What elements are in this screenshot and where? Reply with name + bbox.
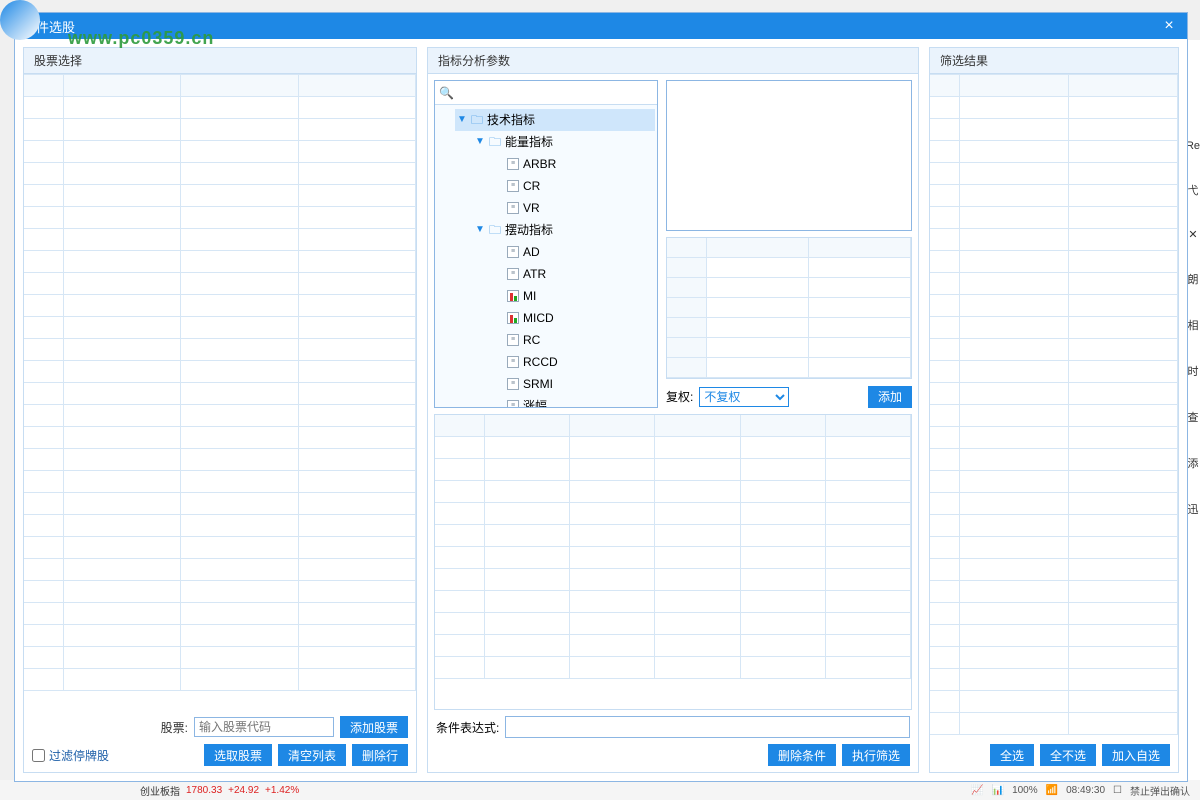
results-grid[interactable] (930, 74, 1178, 738)
tree-search[interactable]: 🔍 (435, 81, 657, 105)
filter-suspended-checkbox[interactable]: 过滤停牌股 (32, 747, 109, 764)
conditions-grid[interactable] (434, 414, 912, 710)
search-icon: 🔍 (439, 86, 454, 100)
expression-input[interactable] (505, 716, 910, 738)
background-status-right: 📈📊 100% 📶 08:49:30 ☐ 禁止弹出确认 (971, 783, 1190, 798)
tree-search-input[interactable] (458, 84, 653, 102)
doc-icon: ≡ (507, 356, 519, 368)
stock-select-panel: 股票选择 (23, 47, 417, 773)
stock-code-input[interactable] (194, 717, 334, 737)
tree-item[interactable]: ≡RC (491, 329, 655, 351)
tree-item[interactable]: ≡AD (491, 241, 655, 263)
indicator-preview (666, 80, 912, 231)
clear-list-button[interactable]: 清空列表 (278, 744, 346, 766)
panel-title: 股票选择 (24, 48, 416, 74)
tree-item[interactable]: ≡RCCD (491, 351, 655, 373)
chevron-down-icon: ▼ (475, 132, 485, 152)
doc-icon: ≡ (507, 246, 519, 258)
tree-item[interactable]: ≡ATR (491, 263, 655, 285)
fuquan-select[interactable]: 不复权 (699, 387, 789, 407)
folder-icon: 🗀 (471, 110, 483, 130)
tree-item[interactable]: ≡涨幅 (491, 395, 655, 407)
tree-item[interactable]: ≡ARBR (491, 153, 655, 175)
panel-title: 筛选结果 (930, 48, 1178, 74)
bar-icon (507, 290, 519, 302)
panel-title: 指标分析参数 (428, 48, 918, 74)
execute-filter-button[interactable]: 执行筛选 (842, 744, 910, 766)
pick-stock-button[interactable]: 选取股票 (204, 744, 272, 766)
indicator-tree[interactable]: ▼ 🗀 技术指标 ▼ 🗀 (435, 105, 657, 407)
tree-group[interactable]: ▼ 🗀 能量指标 (473, 131, 655, 153)
doc-icon: ≡ (507, 268, 519, 280)
add-indicator-button[interactable]: 添加 (868, 386, 912, 408)
watermark-text: www.pc0359.cn (68, 28, 214, 49)
stock-label: 股票: (161, 719, 188, 736)
background-right-strip: Re 弋 ✕ 朗 相 时 查 添 迅 (1186, 40, 1200, 780)
doc-icon: ≡ (507, 378, 519, 390)
select-all-button[interactable]: 全选 (990, 744, 1034, 766)
tree-item[interactable]: MICD (491, 307, 655, 329)
delete-row-button[interactable]: 删除行 (352, 744, 408, 766)
expression-label: 条件表达式: (436, 719, 499, 736)
chevron-down-icon: ▼ (457, 110, 467, 130)
parameter-grid[interactable] (666, 237, 912, 379)
folder-icon: 🗀 (489, 220, 501, 240)
add-stock-button[interactable]: 添加股票 (340, 716, 408, 738)
tree-item[interactable]: MI (491, 285, 655, 307)
select-none-button[interactable]: 全不选 (1040, 744, 1096, 766)
doc-icon: ≡ (507, 400, 519, 407)
indicator-params-panel: 指标分析参数 🔍 ▼ 🗀 (427, 47, 919, 773)
logo-icon (0, 0, 40, 40)
doc-icon: ≡ (507, 180, 519, 192)
doc-icon: ≡ (507, 334, 519, 346)
add-favorite-button[interactable]: 加入自选 (1102, 744, 1170, 766)
tree-root[interactable]: ▼ 🗀 技术指标 (455, 109, 655, 131)
stock-grid[interactable] (24, 74, 416, 710)
tree-item[interactable]: ≡VR (491, 197, 655, 219)
folder-icon: 🗀 (489, 132, 501, 152)
filter-results-panel: 筛选结果 (929, 47, 1179, 773)
tree-group[interactable]: ▼ 🗀 摆动指标 (473, 219, 655, 241)
bar-icon (507, 312, 519, 324)
delete-condition-button[interactable]: 删除条件 (768, 744, 836, 766)
close-icon[interactable]: × (1159, 18, 1179, 34)
dialog-window: 条件选股 × 股票选择 (14, 12, 1188, 782)
indicator-tree-wrap: 🔍 ▼ 🗀 技术指标 (434, 80, 658, 408)
doc-icon: ≡ (507, 202, 519, 214)
tree-item[interactable]: ≡SRMI (491, 373, 655, 395)
chevron-down-icon: ▼ (475, 220, 485, 240)
doc-icon: ≡ (507, 158, 519, 170)
tree-item[interactable]: ≡CR (491, 175, 655, 197)
fuquan-label: 复权: (666, 388, 693, 405)
